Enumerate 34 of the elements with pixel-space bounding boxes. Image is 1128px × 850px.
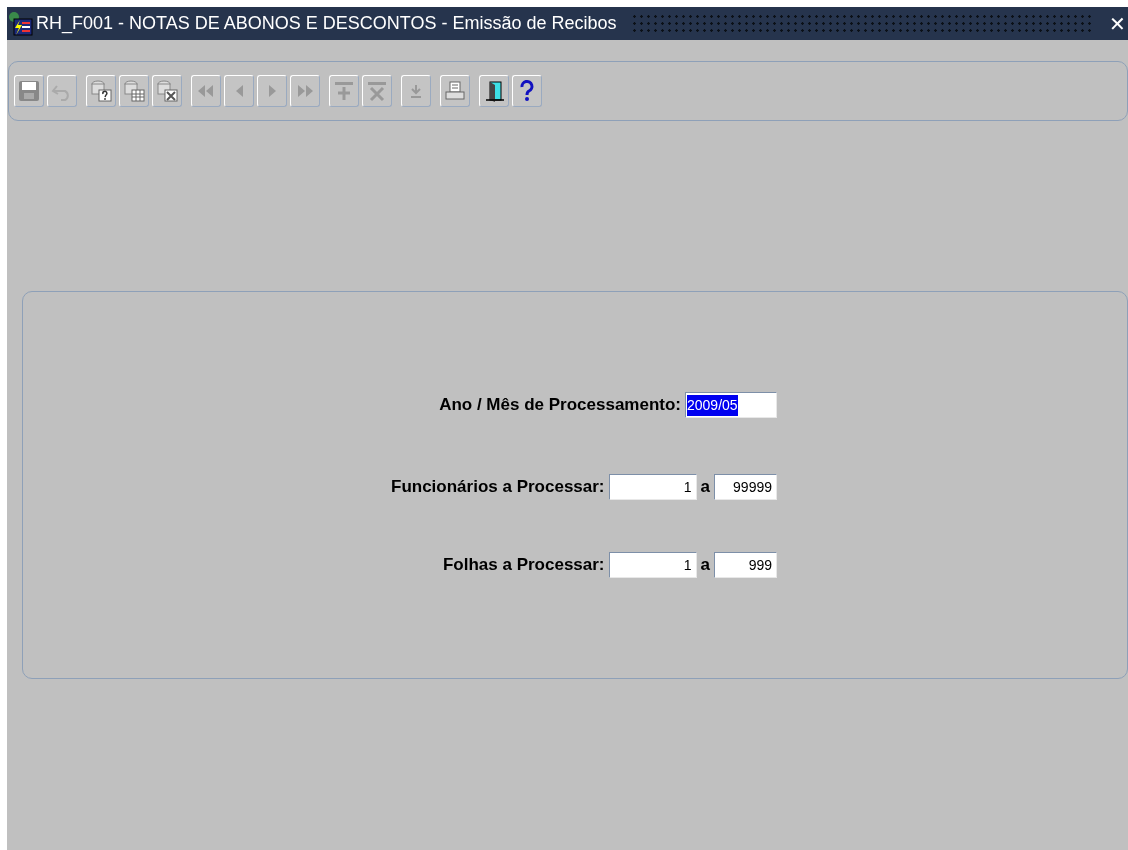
download-button[interactable] xyxy=(401,75,431,107)
database-table-icon xyxy=(121,78,147,104)
window-title: RH_F001 - NOTAS DE ABONOS E DESCONTOS - Emissão de Recibos xyxy=(36,12,617,36)
app-icon xyxy=(8,10,34,37)
query-table-button[interactable] xyxy=(119,75,149,107)
help-button[interactable] xyxy=(512,75,542,107)
save-button[interactable] xyxy=(14,75,44,107)
insert-button[interactable] xyxy=(329,75,359,107)
undo-button[interactable] xyxy=(47,75,77,107)
input-field[interactable]: 1 xyxy=(608,474,697,500)
save-icon xyxy=(16,78,42,104)
range-separator: a xyxy=(700,476,710,499)
database-question-icon xyxy=(88,78,114,104)
right-arrow-icon xyxy=(268,85,276,97)
query-delete-button[interactable] xyxy=(152,75,182,107)
input-field[interactable]: 1 xyxy=(608,552,697,578)
first-button[interactable] xyxy=(191,75,221,107)
close-button[interactable]: ✕ xyxy=(1109,13,1126,34)
left-arrow-icon xyxy=(235,85,243,97)
delete-button[interactable] xyxy=(362,75,392,107)
prev-button[interactable] xyxy=(224,75,254,107)
print-button[interactable] xyxy=(440,75,470,107)
field-label: Ano / Mês de Processamento: xyxy=(439,394,681,417)
last-button[interactable] xyxy=(290,75,320,107)
range-separator: a xyxy=(700,554,710,577)
next-button[interactable] xyxy=(257,75,287,107)
input-field[interactable]: 999 xyxy=(714,552,777,578)
database-x-icon xyxy=(154,78,180,104)
field-label: Funcionários a Processar: xyxy=(391,476,605,499)
query-button[interactable] xyxy=(86,75,116,107)
field-label: Folhas a Processar: xyxy=(442,554,605,577)
input-field[interactable]: 99999 xyxy=(714,474,777,500)
input-field[interactable]: 2009/05 xyxy=(685,392,777,418)
exit-button[interactable] xyxy=(479,75,509,107)
